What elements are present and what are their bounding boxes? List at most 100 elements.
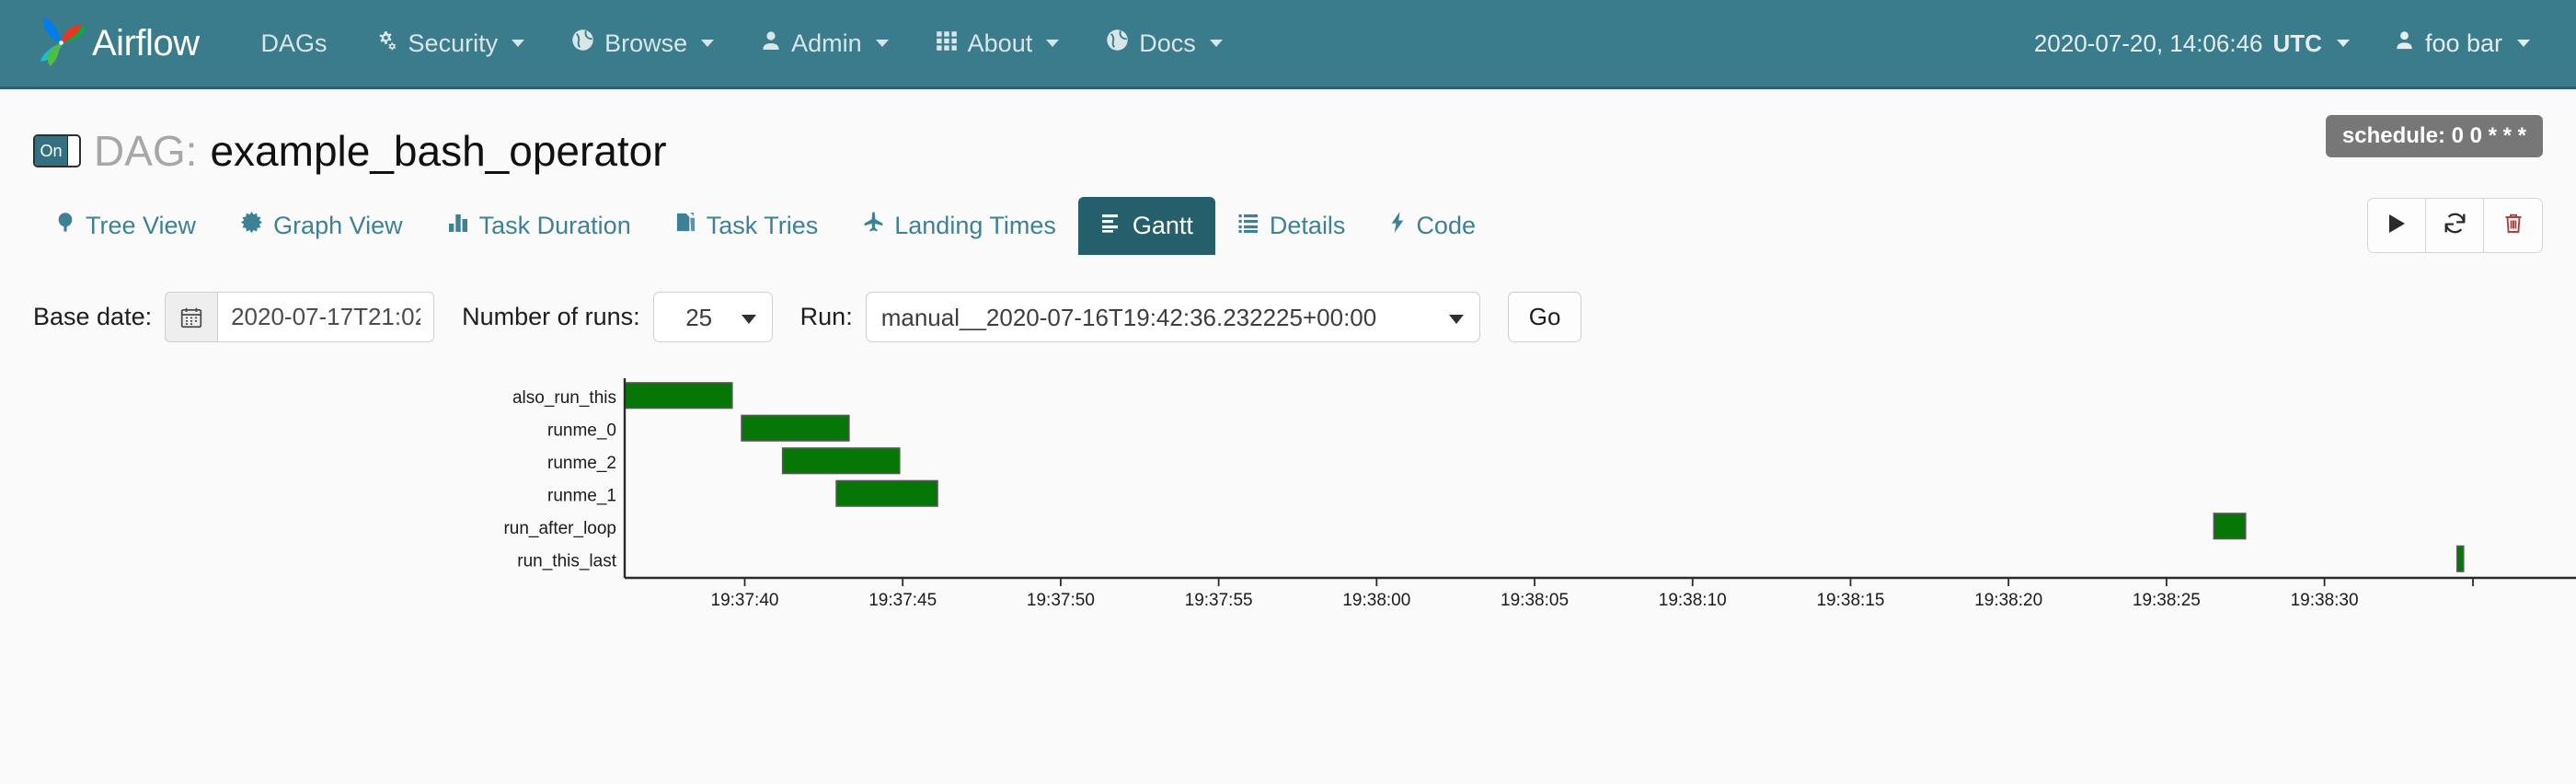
plane-icon — [862, 211, 884, 240]
tab-tree-view[interactable]: Tree View — [33, 196, 218, 255]
number-of-runs-label: Number of runs: — [462, 303, 640, 330]
nav-item-admin[interactable]: Admin — [737, 29, 912, 59]
trigger-dag-button[interactable] — [2368, 199, 2426, 252]
gantt-task-label: run_this_last — [517, 552, 616, 571]
calendar-icon[interactable] — [165, 292, 218, 342]
base-date-input[interactable] — [217, 292, 435, 342]
user-menu[interactable]: foo bar — [2370, 29, 2543, 58]
tab-landing-times[interactable]: Landing Times — [840, 196, 1078, 255]
schedule-badge: schedule: 0 0 * * * — [2325, 115, 2543, 157]
nav-item-browse[interactable]: Browse — [547, 28, 737, 59]
gantt-chart-svg: also_run_this runme_0 runme_2 runme_1 run_af… — [503, 378, 2576, 610]
airflow-logo-icon — [33, 15, 90, 72]
dag-title-row: On DAG: example_bash_operator — [33, 126, 2543, 176]
timezone-label: UTC — [2272, 29, 2322, 57]
bar-chart-icon — [447, 212, 469, 240]
dag-view-tabs: Tree View Graph View Task Duration Task … — [0, 196, 2576, 255]
tab-graph-view[interactable]: Graph View — [218, 196, 425, 255]
run-select-wrap: manual__2020-07-16T19:42:36.232225+00:00 — [865, 292, 1480, 342]
tree-icon — [55, 211, 75, 240]
nav-item-docs[interactable]: Docs — [1082, 28, 1246, 59]
gantt-bar[interactable] — [2213, 513, 2247, 540]
gantt-task-label: runme_2 — [547, 454, 616, 473]
star-icon — [240, 211, 263, 240]
gantt-x-tick-label: 19:38:20 — [1974, 591, 2042, 610]
align-left-icon — [1100, 212, 1122, 240]
gantt-x-tick-label: 19:38:25 — [2133, 591, 2201, 610]
navbar-menu: DAGs Security Browse Admin About Docs — [238, 28, 1246, 59]
dag-pause-toggle[interactable]: On — [33, 134, 81, 167]
user-icon — [760, 29, 782, 59]
tab-task-tries[interactable]: Task Tries — [653, 196, 841, 255]
gantt-bar[interactable] — [835, 479, 938, 507]
copy-icon — [675, 211, 696, 240]
gantt-x-tick-label: 19:37:55 — [1185, 591, 1253, 610]
base-date-input-group — [165, 292, 435, 342]
chevron-down-icon — [2336, 40, 2350, 47]
gantt-x-tick-label: 19:37:45 — [868, 591, 937, 610]
refresh-icon — [2443, 211, 2467, 240]
chevron-down-icon — [1209, 40, 1223, 47]
nav-item-dags[interactable]: DAGs — [238, 29, 351, 58]
tab-label: Graph View — [273, 211, 403, 239]
go-button[interactable]: Go — [1507, 292, 1582, 342]
tab-task-duration[interactable]: Task Duration — [425, 197, 653, 255]
tab-label: Task Duration — [478, 212, 631, 239]
trash-icon — [2502, 211, 2524, 240]
run-select[interactable]: manual__2020-07-16T19:42:36.232225+00:00 — [865, 292, 1480, 342]
gantt-x-tick-label: 19:37:40 — [711, 591, 779, 610]
tab-gantt[interactable]: Gantt — [1077, 197, 1215, 255]
nav-item-label: Browse — [604, 29, 688, 57]
gantt-task-label: also_run_this — [512, 388, 616, 408]
dag-action-buttons — [2367, 198, 2543, 253]
chevron-down-icon — [2517, 40, 2530, 47]
nav-item-security[interactable]: Security — [351, 29, 548, 58]
gantt-filter-bar: Base date: Number of runs: 25 Run: manua… — [0, 292, 2576, 342]
nav-item-label: Security — [408, 29, 499, 57]
nav-item-about[interactable]: About — [912, 29, 1083, 59]
delete-dag-button[interactable] — [2484, 199, 2542, 252]
gantt-x-tick-label: 19:38:30 — [2291, 591, 2359, 610]
gantt-bar[interactable] — [2456, 545, 2465, 572]
tab-details[interactable]: Details — [1215, 197, 1368, 255]
chevron-down-icon — [875, 40, 889, 47]
tab-code[interactable]: Code — [1367, 196, 1498, 255]
brand-label: Airflow — [92, 22, 200, 63]
chevron-down-icon — [512, 40, 525, 47]
navbar-right: 2020-07-20, 14:06:46 UTC foo bar — [2014, 29, 2543, 58]
gantt-x-tick-label: 19:38:00 — [1342, 591, 1410, 610]
gantt-bar[interactable] — [624, 382, 733, 409]
tab-label: Landing Times — [894, 211, 1056, 239]
gantt-x-tick-label: 19:37:50 — [1027, 591, 1095, 610]
gantt-bar[interactable] — [741, 414, 850, 442]
gantt-task-label: runme_1 — [547, 487, 616, 506]
tab-label: Tree View — [86, 211, 197, 239]
current-datetime: 2020-07-20, 14:06:46 — [2033, 29, 2263, 57]
tab-label: Task Tries — [706, 211, 819, 239]
nav-item-label: About — [967, 29, 1033, 57]
grid-icon — [935, 29, 959, 59]
timezone-selector[interactable]: 2020-07-20, 14:06:46 UTC — [2014, 29, 2370, 58]
tab-label: Code — [1416, 211, 1476, 239]
nav-item-label: Docs — [1139, 29, 1196, 57]
airflow-brand-link[interactable]: Airflow — [33, 15, 200, 72]
gantt-x-tick-label: 19:38:15 — [1816, 591, 1884, 610]
number-of-runs-select-wrap: 25 — [652, 292, 773, 342]
gantt-x-tick-label: 19:38:05 — [1501, 591, 1569, 610]
nav-item-label: DAGs — [260, 29, 328, 57]
nav-item-label: Admin — [791, 29, 862, 57]
globe-icon — [570, 28, 595, 59]
gantt-bar[interactable] — [781, 447, 901, 475]
tab-label: Gantt — [1132, 212, 1193, 239]
gears-icon — [374, 29, 399, 58]
chevron-down-icon — [1046, 40, 1060, 47]
user-name-label: foo bar — [2424, 29, 2502, 57]
refresh-button[interactable] — [2426, 199, 2484, 252]
play-icon — [2386, 212, 2408, 240]
dag-label: DAG: — [94, 127, 198, 175]
gantt-x-tick-label: 19:38:10 — [1659, 591, 1727, 610]
base-date-label: Base date: — [33, 303, 153, 330]
page-title: example_bash_operator — [210, 127, 667, 175]
gantt-task-label: runme_0 — [547, 421, 616, 441]
number-of-runs-select[interactable]: 25 — [652, 292, 773, 342]
